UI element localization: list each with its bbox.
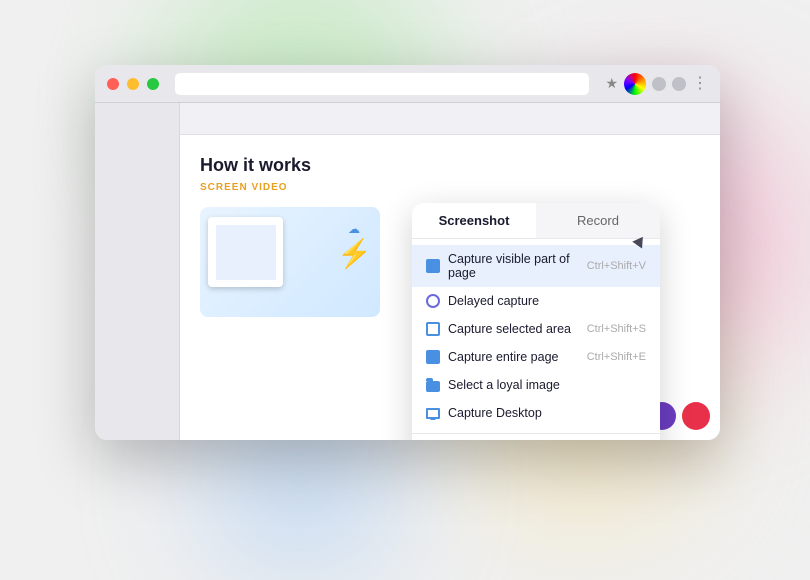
- browser-content: How it works SCREEN VIDEO ☁ ⚡: [95, 103, 720, 440]
- browser-chrome: ★ ⋮: [95, 65, 720, 103]
- desktop-icon: [426, 408, 440, 419]
- traffic-light-close[interactable]: [107, 78, 119, 90]
- page-subtitle: SCREEN VIDEO: [200, 182, 700, 193]
- popup-items: Capture visible part of page Ctrl+Shift+…: [412, 239, 660, 433]
- menu-item-capture-entire[interactable]: Capture entire page Ctrl+Shift+E: [412, 343, 660, 371]
- menu-item-delayed-capture[interactable]: Delayed capture: [412, 287, 660, 315]
- bookmark-icon[interactable]: ★: [605, 75, 618, 92]
- menu-item-capture-selected[interactable]: Capture selected area Ctrl+Shift+S: [412, 315, 660, 343]
- browser-toolbar: ★ ⋮: [605, 73, 708, 95]
- tab-record[interactable]: Record: [536, 203, 660, 238]
- mockup-arrow: ⚡: [337, 237, 372, 270]
- mockup-screenshot: [208, 217, 283, 287]
- menu-item-capture-desktop[interactable]: Capture Desktop: [412, 399, 660, 427]
- inner-header: [180, 103, 720, 135]
- mockup-inner: [216, 225, 276, 280]
- inner-sidebar: [95, 103, 180, 440]
- logo-3: [682, 402, 710, 430]
- capture-selected-label: Capture selected area: [448, 322, 571, 336]
- select-loyal-label: Select a loyal image: [448, 378, 560, 392]
- browser-window: ★ ⋮ How it works SCREEN VIDEO ☁ ⚡: [95, 65, 720, 440]
- browser-btn-2: [672, 77, 686, 91]
- browser-menu-icon[interactable]: ⋮: [692, 76, 708, 92]
- square-blue-icon-2: [426, 350, 440, 364]
- menu-item-select-loyal[interactable]: Select a loyal image: [412, 371, 660, 399]
- page-title: How it works: [200, 155, 700, 176]
- capture-entire-shortcut: Ctrl+Shift+E: [587, 351, 646, 363]
- traffic-light-maximize[interactable]: [147, 78, 159, 90]
- timer-icon: [426, 294, 440, 308]
- tab-screenshot[interactable]: Screenshot: [412, 203, 536, 238]
- popup-footer: A AwesomeMan upgrade 🖥 ⚙ ✉ ⌃ My pr: [412, 433, 660, 440]
- capture-visible-shortcut: Ctrl+Shift+V: [587, 260, 646, 272]
- popup-menu: Screenshot Record Capture visible part o…: [412, 203, 660, 440]
- extension-icon[interactable]: [624, 73, 646, 95]
- capture-desktop-label: Capture Desktop: [448, 406, 542, 420]
- square-blue-icon: [426, 259, 440, 273]
- browser-btn-1: [652, 77, 666, 91]
- mockup-cloud: ☁: [348, 222, 360, 236]
- menu-item-capture-visible[interactable]: Capture visible part of page Ctrl+Shift+…: [412, 245, 660, 287]
- folder-icon: [426, 381, 440, 392]
- capture-visible-label: Capture visible part of page: [448, 252, 579, 280]
- popup-tabs: Screenshot Record: [412, 203, 660, 239]
- traffic-light-minimize[interactable]: [127, 78, 139, 90]
- capture-entire-label: Capture entire page: [448, 350, 559, 364]
- partial-square-icon: [426, 322, 440, 336]
- inner-mockup: ☁ ⚡: [200, 207, 380, 317]
- capture-selected-shortcut: Ctrl+Shift+S: [587, 323, 646, 335]
- delayed-capture-label: Delayed capture: [448, 294, 539, 308]
- address-bar[interactable]: [175, 73, 589, 95]
